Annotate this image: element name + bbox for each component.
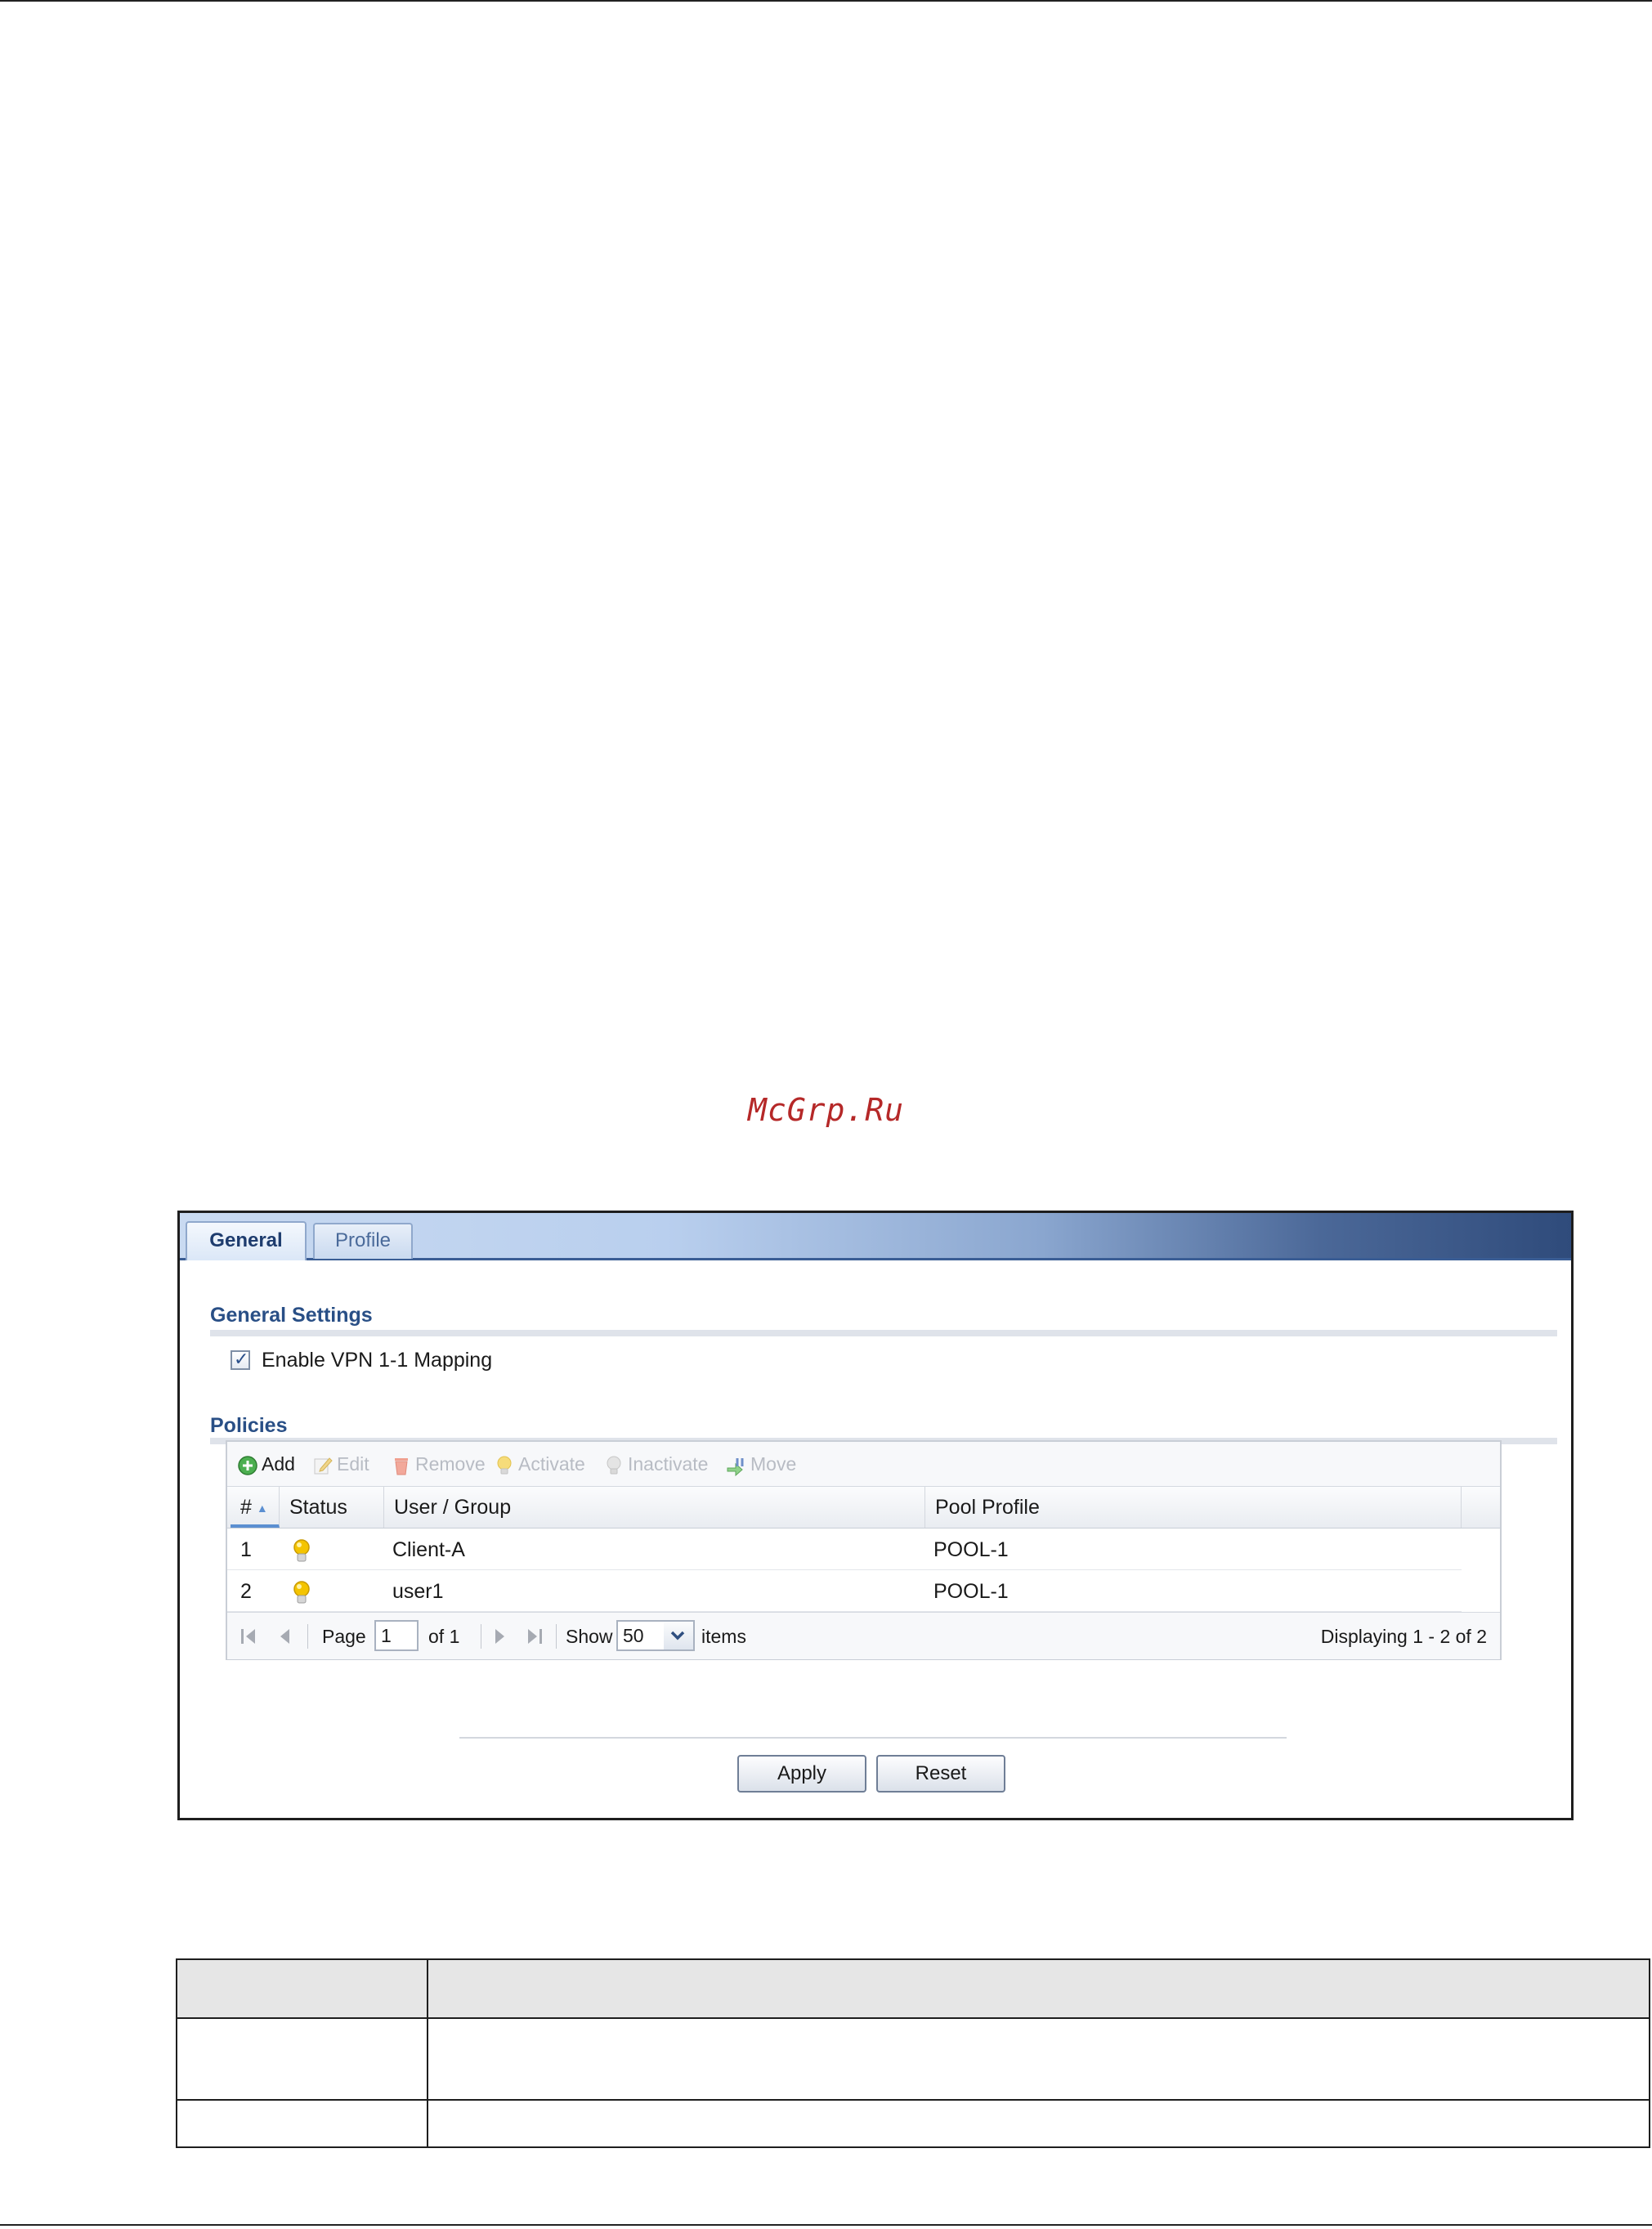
description-table-row	[177, 2101, 1649, 2148]
tab-general[interactable]: General	[186, 1221, 307, 1260]
last-page-icon[interactable]	[525, 1626, 544, 1647]
general-settings-divider	[210, 1330, 1557, 1336]
general-settings-title: General Settings	[210, 1304, 373, 1327]
move-label: Move	[750, 1453, 797, 1475]
lightbulb-off-icon	[607, 1456, 621, 1475]
apply-button[interactable]: Apply	[737, 1755, 866, 1793]
move-button[interactable]: Move	[726, 1452, 796, 1476]
tab-profile[interactable]: Profile	[313, 1223, 413, 1259]
items-label: items	[701, 1626, 746, 1647]
button-divider	[459, 1737, 1287, 1739]
enable-vpn-mapping-label: Enable VPN 1-1 Mapping	[262, 1349, 493, 1372]
remove-button[interactable]: Remove	[391, 1452, 486, 1476]
reset-button[interactable]: Reset	[876, 1755, 1005, 1793]
lightbulb-on-icon	[291, 1579, 312, 1604]
previous-page-icon[interactable]	[275, 1626, 294, 1647]
page-number-input[interactable]: 1	[374, 1620, 419, 1651]
policies-toolbar: Add Edit Remove Activate Inactivate Move	[227, 1442, 1500, 1486]
column-pool-profile[interactable]: Pool Profile	[925, 1487, 1462, 1528]
description-table	[176, 1958, 1650, 2148]
column-number[interactable]: # ▲	[231, 1487, 280, 1528]
row-user-group: user1	[392, 1580, 444, 1603]
policies-title: Policies	[210, 1414, 288, 1437]
pager-separator	[307, 1624, 308, 1649]
displaying-count: Displaying 1 - 2 of 2	[1320, 1626, 1487, 1647]
activate-button[interactable]: Activate	[494, 1452, 585, 1476]
remove-label: Remove	[415, 1453, 486, 1475]
lightbulb-icon	[497, 1456, 512, 1475]
vpn-mapping-screen: General Profile General Settings Enable …	[177, 1211, 1574, 1820]
column-status[interactable]: Status	[280, 1487, 384, 1528]
move-icon	[727, 1457, 744, 1476]
lightbulb-on-icon	[291, 1537, 312, 1562]
edit-button[interactable]: Edit	[312, 1452, 369, 1476]
enable-vpn-mapping-checkbox[interactable]	[231, 1349, 250, 1370]
row-number: 1	[240, 1538, 252, 1561]
sort-ascending-icon: ▲	[256, 1502, 268, 1515]
page-top-rule	[0, 0, 1652, 2]
show-label: Show	[566, 1626, 613, 1647]
page-bottom-rule	[0, 2224, 1652, 2226]
row-pool-profile: POOL-1	[933, 1580, 1009, 1603]
add-button[interactable]: Add	[237, 1452, 295, 1476]
column-user-group-label: User / Group	[394, 1496, 512, 1519]
row-user-group: Client-A	[392, 1538, 465, 1561]
first-page-icon[interactable]	[239, 1626, 258, 1647]
pager-separator	[556, 1624, 557, 1649]
inactivate-label: Inactivate	[628, 1453, 709, 1475]
edit-icon	[314, 1457, 333, 1475]
next-page-icon[interactable]	[490, 1626, 510, 1647]
watermark: McGrp.Ru	[747, 1092, 905, 1128]
description-table-row	[177, 2019, 1649, 2101]
edit-label: Edit	[337, 1453, 369, 1475]
table-row[interactable]: 1 Client-A POOL-1	[227, 1529, 1462, 1570]
page-size-select[interactable]: 50	[616, 1620, 664, 1651]
description-table-header	[177, 1960, 1649, 2019]
page-count-label: of 1	[428, 1626, 460, 1647]
column-number-label: #	[240, 1496, 252, 1519]
page-size-dropdown-button[interactable]	[664, 1620, 695, 1651]
trash-icon	[395, 1457, 408, 1475]
description-table-column-divider	[427, 1960, 428, 2146]
table-row[interactable]: 2 user1 POOL-1	[227, 1571, 1462, 1612]
inactivate-button[interactable]: Inactivate	[603, 1452, 708, 1476]
add-icon	[238, 1456, 257, 1475]
column-pool-profile-label: Pool Profile	[935, 1496, 1040, 1519]
add-label: Add	[262, 1453, 295, 1475]
row-number: 2	[240, 1580, 252, 1603]
policies-header-row: # ▲ Status User / Group Pool Profile	[227, 1486, 1500, 1529]
pagination-bar: Page 1 of 1 Show 50 items Displaying 1 -…	[227, 1612, 1500, 1659]
row-pool-profile: POOL-1	[933, 1538, 1009, 1561]
chevron-down-icon	[670, 1631, 685, 1640]
policies-grid: Add Edit Remove Activate Inactivate Move…	[226, 1440, 1502, 1660]
tab-bar: General Profile	[180, 1213, 1571, 1260]
activate-label: Activate	[518, 1453, 585, 1475]
column-user-group[interactable]: User / Group	[384, 1487, 925, 1528]
page-label: Page	[322, 1626, 366, 1647]
column-status-label: Status	[289, 1496, 347, 1519]
